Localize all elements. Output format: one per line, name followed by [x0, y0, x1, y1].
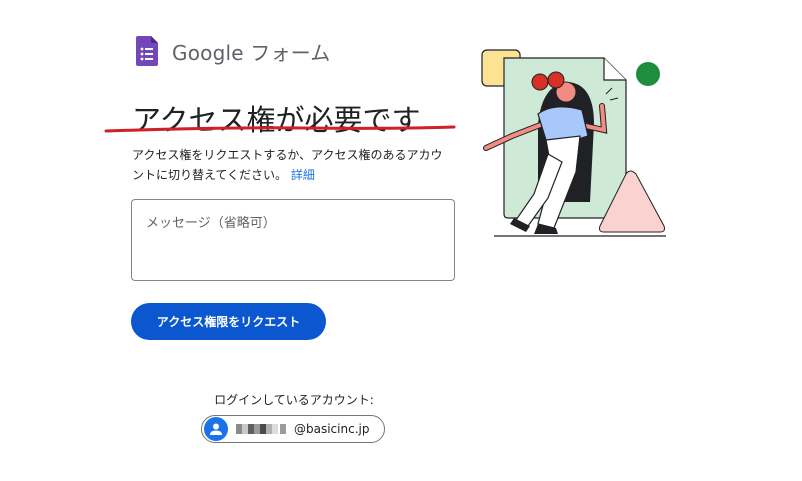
account-switcher-chip[interactable]: @basicinc.jp [201, 415, 385, 443]
redacted-username [236, 424, 286, 434]
account-email: @basicinc.jp [294, 422, 370, 436]
description-text: アクセス権をリクエストするか、アクセス権のあるアカウントに切り替えてください。 [132, 148, 443, 182]
message-input[interactable] [131, 199, 455, 281]
access-description: アクセス権をリクエストするか、アクセス権のあるアカウントに切り替えてください。 … [132, 145, 452, 185]
google-forms-icon [136, 36, 158, 66]
details-link[interactable]: 詳細 [291, 168, 315, 182]
signed-in-account-label: ログインしているアカウント: [214, 393, 374, 407]
user-avatar-icon [204, 417, 228, 441]
red-annotation-underline [104, 125, 456, 133]
product-name: Google フォーム [172, 40, 331, 65]
access-request-illustration [481, 49, 666, 237]
google-forms-logo: Google フォーム [136, 36, 331, 66]
request-access-button[interactable]: アクセス権限をリクエスト [131, 303, 326, 340]
